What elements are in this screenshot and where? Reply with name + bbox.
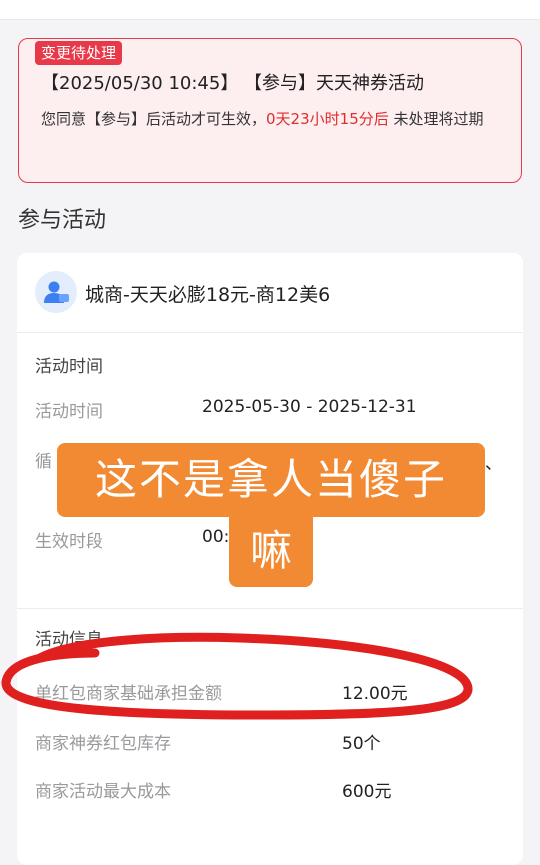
user-badge-icon [35, 271, 77, 313]
time-value: 2025-05-30 - 2025-12-31 [202, 397, 417, 417]
top-bar [0, 0, 540, 20]
notice-prefix: 您同意【参与】后活动才可生效， [41, 110, 267, 128]
info-label-stock: 商家神券红包库存 [35, 734, 171, 754]
status-badge: 变更待处理 [35, 41, 123, 65]
overlay-caption-line1: 这不是拿人当傻子 [57, 443, 485, 517]
change-pending-alert[interactable]: 变更待处理 【2025/05/30 10:45】 【参与】天天神券活动 您同意【… [18, 38, 522, 183]
info-value-base-amount: 12.00元 [342, 684, 408, 704]
overlay-caption-line2: 嘛 [229, 515, 313, 587]
merchant-header[interactable]: 城商-天天必膨18元-商12美6 [17, 253, 523, 333]
merchant-name: 城商-天天必膨18元-商12美6 [85, 284, 331, 306]
effective-label: 生效时段 [35, 532, 103, 552]
notice-suffix: 未处理将过期 [388, 110, 484, 128]
info-label-base-amount: 单红包商家基础承担金额 [35, 684, 222, 704]
cycle-label: 循 [35, 452, 52, 472]
effective-value: 00: [202, 527, 230, 547]
alert-notice: 您同意【参与】后活动才可生效，0天23小时15分后 未处理将过期 [41, 105, 511, 134]
time-label: 活动时间 [35, 402, 103, 422]
section-title: 参与活动 [18, 208, 107, 233]
info-value-max-cost: 600元 [342, 782, 392, 802]
info-value-stock: 50个 [342, 734, 381, 754]
group-title-time: 活动时间 [35, 357, 103, 377]
alert-headline: 【2025/05/30 10:45】 【参与】天天神券活动 [41, 73, 425, 94]
divider [17, 608, 523, 609]
group-title-info: 活动信息 [35, 630, 103, 650]
cycle-value: 、 [485, 454, 502, 474]
info-label-max-cost: 商家活动最大成本 [35, 782, 171, 802]
countdown-text: 0天23小时15分后 [266, 110, 389, 128]
